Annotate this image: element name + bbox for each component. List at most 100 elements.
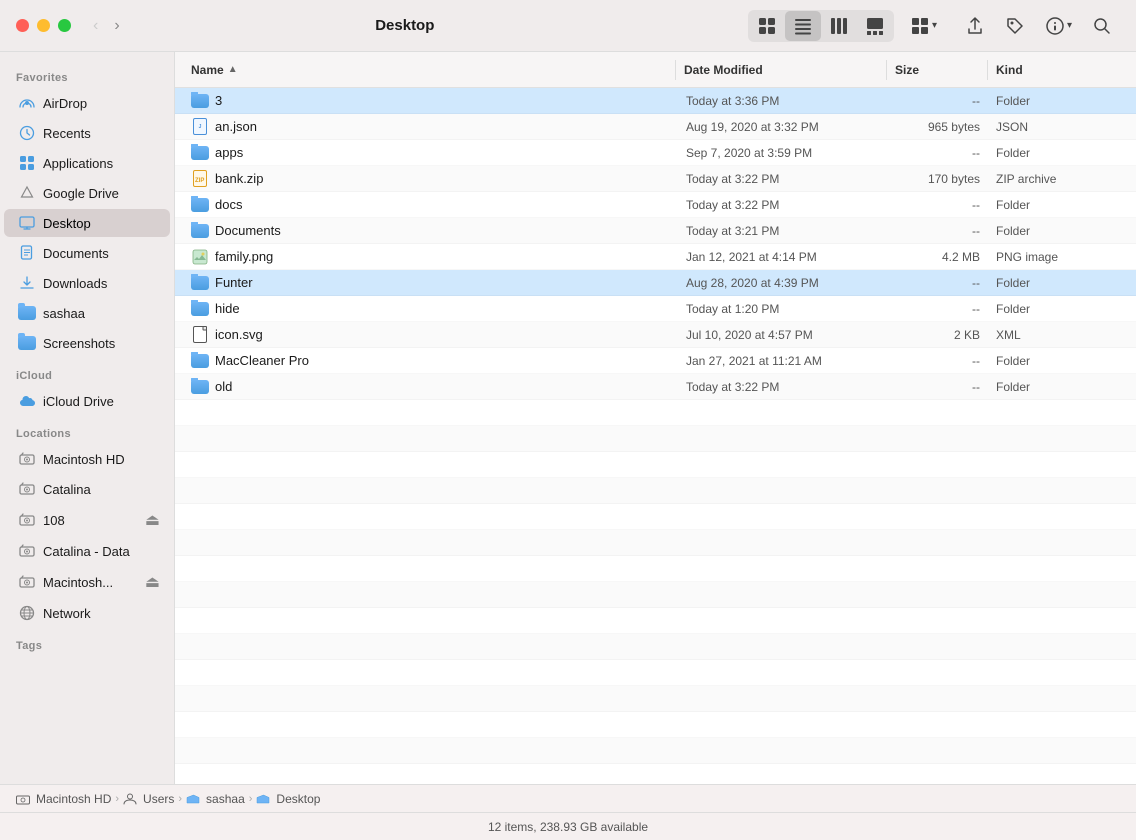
empty-row: [175, 426, 1136, 452]
empty-row: [175, 400, 1136, 426]
breadcrumb-item-sashaa[interactable]: sashaa: [186, 792, 245, 806]
table-row[interactable]: icon.svg Jul 10, 2020 at 4:57 PM 2 KB XM…: [175, 322, 1136, 348]
empty-row: [175, 478, 1136, 504]
screenshots-folder-icon: [18, 334, 36, 352]
sidebar-item-macintosh-hd[interactable]: Macintosh HD: [4, 445, 170, 473]
desktop-label: Desktop: [43, 216, 91, 231]
content-area: Favorites AirDrop: [0, 52, 1136, 784]
folder-icon: [191, 352, 209, 370]
info-button[interactable]: ▾: [1037, 11, 1080, 41]
locations-label: Locations: [0, 416, 174, 444]
minimize-button[interactable]: [37, 19, 50, 32]
table-row[interactable]: MacCleaner Pro Jan 27, 2021 at 11:21 AM …: [175, 348, 1136, 374]
file-name-cell: ZIP bank.zip: [183, 170, 678, 188]
file-name-cell: MacCleaner Pro: [183, 352, 678, 370]
folder-icon: [191, 222, 209, 240]
tag-button[interactable]: [997, 11, 1033, 41]
table-row[interactable]: ZIP bank.zip Today at 3:22 PM 170 bytes …: [175, 166, 1136, 192]
downloads-icon: [18, 274, 36, 292]
eject-icon-108[interactable]: ⏏: [145, 510, 160, 530]
sidebar-item-catalina-data[interactable]: Catalina - Data: [4, 537, 170, 565]
file-name-cell: family.png: [183, 248, 678, 266]
sidebar-item-downloads[interactable]: Downloads: [4, 269, 170, 297]
sidebar-item-macintosh2[interactable]: Macintosh... ⏏: [4, 567, 170, 597]
file-area: Name ▲ Date Modified Size Kind 3: [175, 52, 1136, 784]
empty-row: [175, 660, 1136, 686]
108-label: 108: [43, 513, 65, 528]
favorites-label: Favorites: [0, 60, 174, 88]
breadcrumb-item-desktop[interactable]: Desktop: [256, 792, 320, 806]
file-name-cell: Funter: [183, 274, 678, 292]
icloud-icon: [18, 392, 36, 410]
table-row[interactable]: apps Sep 7, 2020 at 3:59 PM -- Folder: [175, 140, 1136, 166]
breadcrumb-sep-1: ›: [115, 793, 119, 805]
empty-row: [175, 712, 1136, 738]
view-more-button[interactable]: ▾: [902, 11, 945, 41]
sidebar-item-airdrop[interactable]: AirDrop: [4, 89, 170, 117]
empty-row: [175, 556, 1136, 582]
sidebar-item-documents[interactable]: Documents: [4, 239, 170, 267]
view-gallery-button[interactable]: [857, 11, 893, 41]
breadcrumb-item-macintosh-hd[interactable]: Macintosh HD: [16, 792, 111, 806]
name-column-header[interactable]: Name ▲: [183, 63, 675, 77]
table-row[interactable]: J an.json Aug 19, 2020 at 3:32 PM 965 by…: [175, 114, 1136, 140]
empty-row: [175, 582, 1136, 608]
view-grid-button[interactable]: [749, 11, 785, 41]
table-row[interactable]: docs Today at 3:22 PM -- Folder: [175, 192, 1136, 218]
screenshots-label: Screenshots: [43, 336, 115, 351]
sashaa-label: sashaa: [43, 306, 85, 321]
google-drive-icon: [18, 184, 36, 202]
sidebar-item-catalina[interactable]: Catalina: [4, 475, 170, 503]
size-column-header[interactable]: Size: [887, 63, 987, 77]
sidebar-item-108[interactable]: 108 ⏏: [4, 505, 170, 535]
applications-label: Applications: [43, 156, 113, 171]
status-text: 12 items, 238.93 GB available: [488, 820, 648, 834]
folder-icon: [191, 92, 209, 110]
sidebar-item-screenshots[interactable]: Screenshots: [4, 329, 170, 357]
table-row[interactable]: Funter Aug 28, 2020 at 4:39 PM -- Folder: [175, 270, 1136, 296]
sidebar-item-desktop[interactable]: Desktop: [4, 209, 170, 237]
folder-icon: [191, 378, 209, 396]
file-name-cell: Documents: [183, 222, 678, 240]
empty-row: [175, 634, 1136, 660]
folder-icon: [191, 144, 209, 162]
sidebar-item-network[interactable]: Network: [4, 599, 170, 627]
finder-window: ‹ › Desktop: [0, 0, 1136, 840]
macintosh2-icon: [18, 573, 36, 591]
date-column-header[interactable]: Date Modified: [676, 63, 886, 77]
eject-icon-macintosh2[interactable]: ⏏: [145, 572, 160, 592]
empty-row: [175, 452, 1136, 478]
macintosh2-label: Macintosh...: [43, 575, 113, 590]
file-name-cell: old: [183, 378, 678, 396]
folder-icon: [191, 300, 209, 318]
view-list-button[interactable]: [785, 11, 821, 41]
kind-column-header[interactable]: Kind: [988, 63, 1128, 77]
zip-file-icon: ZIP: [191, 170, 209, 188]
table-row[interactable]: old Today at 3:22 PM -- Folder: [175, 374, 1136, 400]
empty-row: [175, 686, 1136, 712]
table-row[interactable]: hide Today at 1:20 PM -- Folder: [175, 296, 1136, 322]
breadcrumb-item-users[interactable]: Users: [123, 792, 174, 806]
share-button[interactable]: [957, 11, 993, 41]
sidebar: Favorites AirDrop: [0, 52, 175, 784]
sidebar-item-applications[interactable]: Applications: [4, 149, 170, 177]
sidebar-item-recents[interactable]: Recents: [4, 119, 170, 147]
table-row[interactable]: family.png Jan 12, 2021 at 4:14 PM 4.2 M…: [175, 244, 1136, 270]
table-row[interactable]: 3 Today at 3:36 PM -- Folder: [175, 88, 1136, 114]
table-row[interactable]: Documents Today at 3:21 PM -- Folder: [175, 218, 1136, 244]
file-name-cell: hide: [183, 300, 678, 318]
file-name-cell: J an.json: [183, 118, 678, 136]
catalina-icon: [18, 480, 36, 498]
search-button[interactable]: [1084, 11, 1120, 41]
icloud-drive-label: iCloud Drive: [43, 394, 114, 409]
sidebar-item-google-drive[interactable]: Google Drive: [4, 179, 170, 207]
sidebar-item-sashaa[interactable]: sashaa: [4, 299, 170, 327]
google-drive-label: Google Drive: [43, 186, 119, 201]
documents-icon: [18, 244, 36, 262]
close-button[interactable]: [16, 19, 29, 32]
icloud-label: iCloud: [0, 358, 174, 386]
macintosh-hd-label: Macintosh HD: [43, 452, 125, 467]
view-columns-button[interactable]: [821, 11, 857, 41]
sidebar-item-icloud-drive[interactable]: iCloud Drive: [4, 387, 170, 415]
sort-icon: ▲: [228, 64, 238, 75]
